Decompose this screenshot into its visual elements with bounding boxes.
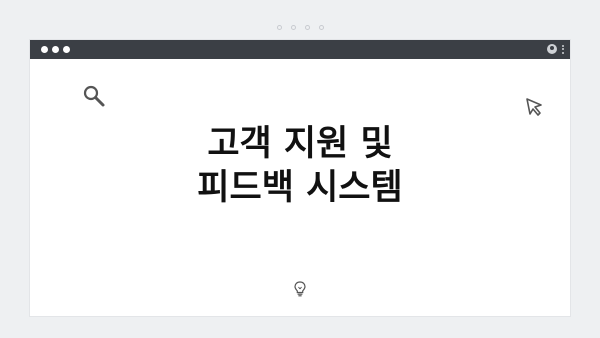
- title-line-1: 고객 지원 및: [207, 124, 393, 164]
- minimize-button[interactable]: [52, 46, 59, 53]
- lightbulb-icon: [293, 280, 307, 302]
- window-titlebar: [30, 40, 570, 59]
- cursor-icon: [524, 96, 546, 122]
- window-controls: [41, 46, 70, 53]
- page-dot: [304, 25, 310, 30]
- page-dot: [276, 25, 282, 30]
- titlebar-actions: [547, 44, 564, 54]
- page-title: 고객 지원 및 피드백 시스템: [30, 122, 570, 210]
- kebab-menu-icon[interactable]: [562, 44, 564, 54]
- user-icon[interactable]: [547, 44, 557, 54]
- search-icon: [82, 84, 106, 112]
- page-dot: [318, 25, 324, 30]
- browser-window: 고객 지원 및 피드백 시스템: [30, 40, 570, 316]
- maximize-button[interactable]: [63, 46, 70, 53]
- title-line-2: 피드백 시스템: [197, 168, 403, 208]
- page-dot: [290, 25, 296, 30]
- close-button[interactable]: [41, 46, 48, 53]
- page-indicator-dots: [0, 25, 600, 30]
